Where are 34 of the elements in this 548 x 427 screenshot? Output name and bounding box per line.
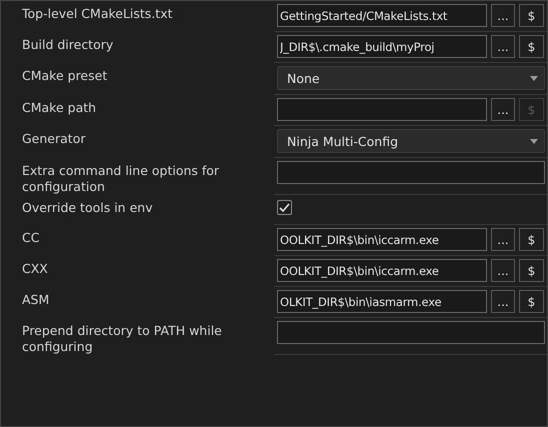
path-field[interactable]: GettingStarted/CMakeLists.txt [277,4,487,27]
setting-label: Build directory [21,36,114,54]
setting-label: Top-level CMakeLists.txt [21,5,174,23]
setting-label: CXX [21,260,49,278]
setting-label: CMake preset [21,67,108,85]
setting-label: Extra command line options for configuration [21,162,220,195]
macro-button[interactable]: $ [519,290,544,313]
setting-label: Generator [21,130,86,148]
browse-button[interactable]: ... [491,259,515,282]
macro-button[interactable]: $ [519,35,544,58]
setting-label: ASM [21,291,50,309]
browse-button[interactable]: ... [491,4,515,27]
browse-button[interactable]: ... [491,290,515,313]
path-field[interactable] [277,98,487,121]
input-field[interactable] [277,321,545,344]
browse-button[interactable]: ... [491,228,515,251]
browse-button[interactable]: ... [491,98,515,121]
browse-button[interactable]: ... [491,35,515,58]
setting-label: Prepend directory to PATH while configuring [21,322,223,355]
macro-button[interactable]: $ [519,4,544,27]
checkbox[interactable] [277,200,292,215]
setting-label: Override tools in env [21,199,154,217]
path-field[interactable]: OOLKIT_DIR$\bin\iccarm.exe [277,259,487,282]
input-field[interactable] [277,161,545,184]
dropdown[interactable]: None [277,66,545,90]
dropdown[interactable]: Ninja Multi-Config [277,129,545,153]
macro-button[interactable]: $ [519,228,544,251]
setting-label: CC [21,229,40,247]
macro-button[interactable]: $ [519,259,544,282]
caret-icon [530,138,538,144]
caret-icon [530,76,538,80]
path-field[interactable]: OOLKIT_DIR$\bin\iccarm.exe [277,228,487,251]
path-field[interactable]: OLKIT_DIR$\bin\iasmarm.exe [277,290,487,313]
setting-label: CMake path [21,99,98,117]
